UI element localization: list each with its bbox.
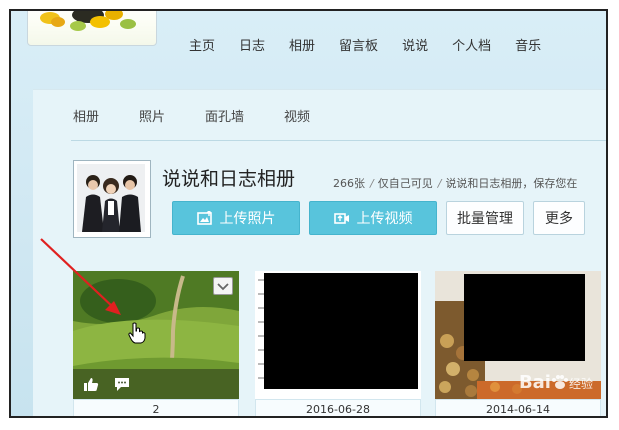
browser-frame: 主页 日志 相册 留言板 说说 个人档 音乐 相册 照片 面孔墙 视频 说说和日… [9, 9, 608, 418]
arrow-annotation [40, 238, 121, 315]
hand-cursor-icon [128, 322, 146, 344]
